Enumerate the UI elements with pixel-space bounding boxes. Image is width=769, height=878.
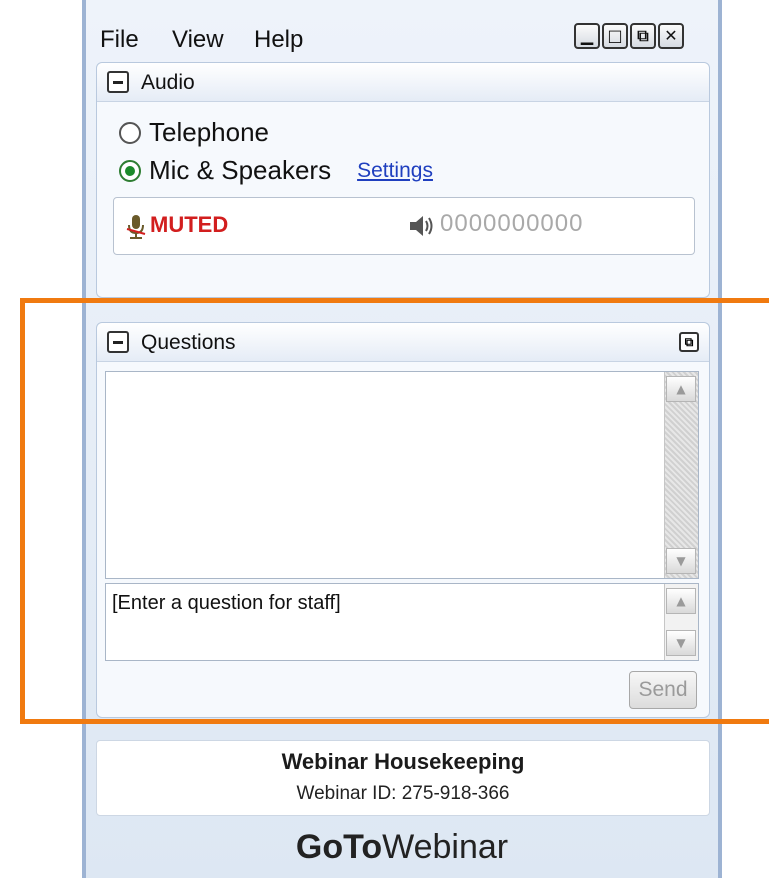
scroll-up-button[interactable]: ▲	[666, 376, 696, 402]
gotowebinar-logo: GoToWebinar	[86, 828, 718, 867]
arrow-up-icon: ▲	[676, 594, 686, 608]
telephone-label: Telephone	[149, 117, 269, 147]
settings-link[interactable]: Settings	[357, 159, 433, 183]
menu-file[interactable]: File	[100, 26, 139, 54]
audio-panel-header: Audio	[97, 63, 709, 102]
menu-bar: File View Help ▁ □ ⧉ ✕	[86, 0, 718, 60]
restore-button[interactable]: ⧉	[630, 23, 656, 49]
arrow-down-icon: ▼	[676, 554, 686, 568]
menu-view[interactable]: View	[172, 26, 224, 54]
question-input[interactable]: [Enter a question for staff] ▲ ▼	[105, 583, 699, 661]
arrow-up-icon: ▲	[676, 382, 686, 396]
speaker-icon	[410, 216, 433, 236]
webinar-info: Webinar Housekeeping Webinar ID: 275-918…	[96, 740, 710, 816]
restore-icon: ⧉	[637, 26, 649, 45]
logo-webinar: Webinar	[382, 828, 509, 866]
telephone-radio[interactable]	[119, 121, 141, 144]
muted-status: MUTED	[150, 212, 229, 237]
question-input-placeholder: [Enter a question for staff]	[112, 592, 341, 614]
minimize-icon: ▁	[580, 26, 594, 45]
input-scroll-up-button[interactable]: ▲	[666, 588, 696, 614]
arrow-down-icon: ▼	[676, 636, 686, 650]
gotowebinar-control-panel: File View Help ▁ □ ⧉ ✕ Audio Telephone M…	[82, 0, 722, 878]
questions-panel-title: Questions	[141, 331, 236, 354]
popout-button[interactable]: ⧉	[679, 332, 699, 352]
question-input-scrollbar[interactable]: ▲ ▼	[664, 584, 698, 660]
audio-panel-title: Audio	[141, 71, 195, 94]
questions-collapse-button[interactable]	[107, 331, 129, 353]
send-button[interactable]: Send	[629, 671, 697, 709]
input-scroll-down-button[interactable]: ▼	[666, 630, 696, 656]
audio-status-box: MUTED 0000000000	[113, 197, 695, 255]
webinar-title: Webinar Housekeeping	[281, 749, 525, 774]
mic-speakers-radio[interactable]	[119, 159, 141, 182]
close-icon: ✕	[664, 26, 678, 45]
close-button[interactable]: ✕	[658, 23, 684, 49]
popout-icon: ⧉	[684, 334, 694, 349]
questions-log[interactable]: ▲ ▼	[105, 371, 699, 579]
questions-panel-header: Questions ⧉	[97, 323, 709, 362]
menu-help[interactable]: Help	[254, 26, 303, 54]
maximize-icon: □	[607, 26, 623, 45]
audio-collapse-button[interactable]	[107, 71, 129, 93]
minimize-button[interactable]: ▁	[574, 23, 600, 49]
speaker-level-meter: 0000000000	[440, 210, 584, 237]
questions-log-scrollbar[interactable]: ▲ ▼	[664, 372, 698, 578]
audio-panel: Audio Telephone Mic & Speakers Settings …	[96, 62, 710, 298]
questions-panel: Questions ⧉ ▲ ▼ [Enter a question for st…	[96, 322, 710, 718]
scroll-down-button[interactable]: ▼	[666, 548, 696, 574]
logo-goto: GoTo	[295, 828, 383, 866]
mic-speakers-option[interactable]: Mic & Speakers Settings	[119, 155, 433, 186]
webinar-id: Webinar ID: 275-918-366	[296, 783, 510, 804]
microphone-icon[interactable]	[126, 214, 146, 240]
mic-speakers-label: Mic & Speakers	[149, 155, 332, 185]
maximize-button[interactable]: □	[602, 23, 628, 49]
telephone-option[interactable]: Telephone	[119, 117, 269, 148]
